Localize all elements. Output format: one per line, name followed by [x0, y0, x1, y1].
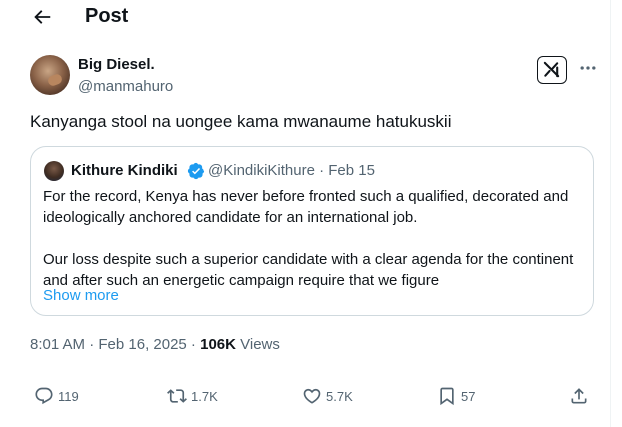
heart-icon [303, 388, 321, 404]
bookmark-icon [440, 387, 454, 406]
reply-count: 119 [58, 388, 79, 404]
quoted-author-avatar[interactable] [44, 161, 64, 181]
share-button[interactable] [569, 384, 589, 408]
repost-button[interactable]: 1.7K [167, 384, 218, 408]
quoted-post-paragraph: Our loss despite such a superior candida… [43, 251, 574, 289]
views-label: Views [235, 336, 280, 353]
action-bar: 119 1.7K 5.7K 57 [0, 384, 610, 408]
quoted-post[interactable]: Kithure Kindiki @KindikiKithure · Feb 15… [30, 146, 594, 316]
post-timestamp[interactable]: 8:01 AM · Feb 16, 2025 · [30, 336, 200, 353]
quoted-author-name[interactable]: Kithure Kindiki [71, 162, 178, 179]
back-arrow-icon[interactable] [31, 6, 53, 28]
author-avatar[interactable] [30, 55, 70, 95]
quoted-author-handle-date[interactable]: @KindikiKithure · Feb 15 [208, 162, 375, 179]
verified-badge-icon [187, 162, 205, 180]
tweet-text: Kanyanga stool na uongee kama mwanaume h… [30, 112, 452, 131]
reply-button[interactable]: 119 [34, 384, 79, 408]
repost-icon [167, 389, 187, 403]
bookmark-count: 57 [461, 388, 476, 404]
repost-count: 1.7K [191, 388, 218, 404]
author-name[interactable]: Big Diesel. [78, 56, 155, 73]
views-count: 106K [200, 336, 236, 353]
grok-button[interactable] [537, 56, 567, 84]
post-meta: 8:01 AM · Feb 16, 2025 · 106K Views [30, 336, 280, 353]
quoted-post-paragraph: For the record, Kenya has never before f… [43, 188, 569, 226]
reply-icon [35, 387, 53, 405]
like-button[interactable]: 5.7K [302, 384, 353, 408]
share-icon [571, 388, 587, 404]
post-header: Post [0, 0, 610, 34]
show-more-link[interactable]: Show more [43, 287, 119, 304]
like-count: 5.7K [326, 388, 353, 404]
post-panel: Post Big Diesel. @manmahuro Kanyanga sto… [0, 0, 611, 427]
author-handle[interactable]: @manmahuro [78, 78, 173, 95]
page-title: Post [85, 5, 129, 27]
quoted-post-text: For the record, Kenya has never before f… [43, 186, 585, 291]
bookmark-button[interactable]: 57 [437, 384, 475, 408]
grok-icon [543, 61, 560, 78]
more-options-icon[interactable] [578, 58, 598, 78]
